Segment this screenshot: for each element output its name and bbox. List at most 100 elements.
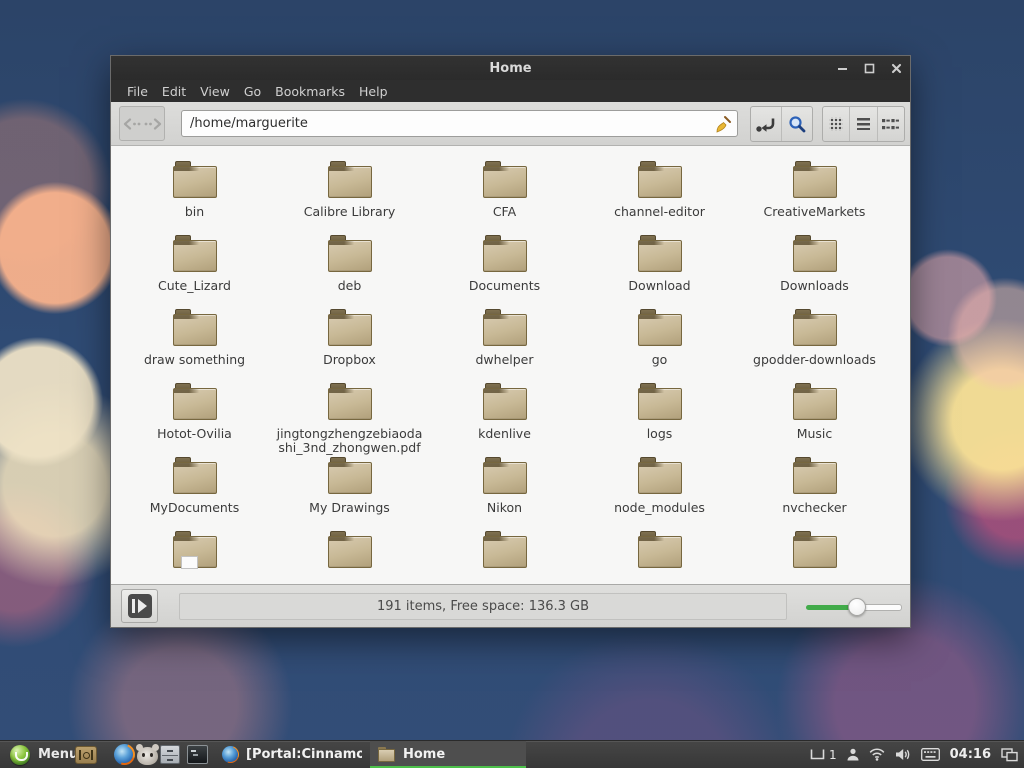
window-switcher[interactable] xyxy=(1001,748,1018,762)
network-applet[interactable] xyxy=(869,748,885,761)
folder-icon xyxy=(637,309,683,346)
titlebar[interactable]: Home xyxy=(111,56,910,80)
folder-icon xyxy=(637,383,683,420)
clear-path-icon[interactable] xyxy=(714,115,732,133)
grid-view-button[interactable] xyxy=(823,107,849,141)
folder-item[interactable]: Dropbox xyxy=(272,309,427,370)
folder-label: kdenlive xyxy=(478,427,531,441)
zoom-slider-handle[interactable] xyxy=(848,598,866,616)
location-input[interactable]: /home/marguerite xyxy=(181,110,738,137)
folder-item[interactable]: node_modules xyxy=(582,457,737,518)
folder-item[interactable]: nvchecker xyxy=(737,457,892,518)
folder-item[interactable]: channel-editor xyxy=(582,161,737,222)
search-button[interactable] xyxy=(781,107,812,141)
folder-item[interactable]: dwhelper xyxy=(427,309,582,370)
folder-item[interactable]: My Drawings xyxy=(272,457,427,518)
file-grid[interactable]: bin Calibre Library CFA channel-editor xyxy=(111,146,910,586)
zoom-slider[interactable] xyxy=(806,598,902,616)
forward-button[interactable] xyxy=(142,117,163,131)
folder-item[interactable]: Nikon xyxy=(427,457,582,518)
folder-item[interactable]: go xyxy=(582,309,737,370)
folder-icon xyxy=(172,309,218,346)
firefox-icon[interactable] xyxy=(114,744,135,765)
folder-item[interactable]: Hotot-Ovilia xyxy=(117,383,272,444)
menu-bookmarks[interactable]: Bookmarks xyxy=(268,82,352,101)
close-button[interactable] xyxy=(889,61,903,75)
close-icon xyxy=(891,63,902,74)
terminal-icon[interactable] xyxy=(187,745,208,764)
minimize-button[interactable] xyxy=(835,61,849,75)
workspace-indicator[interactable]: 1 xyxy=(810,748,837,762)
folder-item[interactable]: gpodder-downloads xyxy=(737,309,892,370)
menu-file[interactable]: File xyxy=(120,82,155,101)
folder-item[interactable]: deb xyxy=(272,235,427,296)
sidebar-toggle-button[interactable] xyxy=(121,589,158,623)
maximize-button[interactable] xyxy=(862,61,876,75)
folder-label: deb xyxy=(338,279,362,293)
folder-icon xyxy=(792,457,838,494)
volume-applet[interactable] xyxy=(895,748,911,761)
folder-item[interactable]: Documents xyxy=(427,235,582,296)
folder-icon xyxy=(637,457,683,494)
view-toggle-group xyxy=(822,106,905,142)
folder-icon xyxy=(327,457,373,494)
folder-item[interactable]: logs xyxy=(582,383,737,444)
folder-icon xyxy=(327,235,373,272)
clock[interactable]: 04:16 xyxy=(950,747,991,762)
screenshot-icon[interactable] xyxy=(75,746,97,764)
folder-label: CreativeMarkets xyxy=(764,205,866,219)
back-button[interactable] xyxy=(121,117,142,131)
network-icon xyxy=(869,748,885,761)
search-icon xyxy=(788,115,806,133)
minimize-icon xyxy=(837,63,848,74)
folder-icon xyxy=(327,383,373,420)
taskbar-window-button[interactable]: [Portal:Cinnamon/S... xyxy=(214,741,370,768)
folder-item[interactable] xyxy=(737,531,892,586)
folder-item[interactable]: Calibre Library xyxy=(272,161,427,222)
file-manager-window: Home FileEditViewGoBookmarksHelp xyxy=(110,55,911,628)
folder-item[interactable] xyxy=(582,531,737,586)
window-switcher-icon xyxy=(1001,748,1018,762)
sidebar-toggle-icon xyxy=(128,594,152,618)
folder-item[interactable] xyxy=(272,531,427,586)
folder-icon xyxy=(172,457,218,494)
folder-label: Calibre Library xyxy=(304,205,396,219)
toggle-location-button[interactable] xyxy=(751,107,781,141)
window-list: [Portal:Cinnamon/S... Home xyxy=(214,741,526,768)
folder-item[interactable]: Cute_Lizard xyxy=(117,235,272,296)
user-applet[interactable] xyxy=(847,748,859,761)
gimp-icon[interactable] xyxy=(137,747,158,765)
folder-item[interactable]: draw something xyxy=(117,309,272,370)
folder-item[interactable] xyxy=(427,531,582,586)
folder-icon xyxy=(482,531,528,568)
folder-item[interactable]: Music xyxy=(737,383,892,444)
grid-view-icon xyxy=(829,117,843,131)
folder-item[interactable]: MyDocuments xyxy=(117,457,272,518)
folder-item[interactable]: bin xyxy=(117,161,272,222)
folder-item[interactable]: CFA xyxy=(427,161,582,222)
folder-item[interactable] xyxy=(117,531,272,586)
compact-view-icon xyxy=(882,118,899,131)
folder-item[interactable]: kdenlive xyxy=(427,383,582,444)
folder-label: Hotot-Ovilia xyxy=(157,427,232,441)
list-view-button[interactable] xyxy=(849,107,876,141)
folder-item[interactable]: Downloads xyxy=(737,235,892,296)
compact-view-button[interactable] xyxy=(877,107,904,141)
folder-item[interactable]: jingtongzhengzebiaodashi_3nd_zhongwen.pd… xyxy=(272,383,427,455)
keyboard-applet[interactable] xyxy=(921,748,940,761)
folder-icon xyxy=(792,161,838,198)
folder-item[interactable]: Download xyxy=(582,235,737,296)
file-manager-icon[interactable] xyxy=(160,745,180,764)
menu-help[interactable]: Help xyxy=(352,82,395,101)
taskbar-window-button[interactable]: Home xyxy=(370,741,526,768)
location-tools-group xyxy=(750,106,813,142)
menu-edit[interactable]: Edit xyxy=(155,82,193,101)
folder-item[interactable]: CreativeMarkets xyxy=(737,161,892,222)
menu-view[interactable]: View xyxy=(193,82,237,101)
folder-label: nvchecker xyxy=(782,501,846,515)
menu-go[interactable]: Go xyxy=(237,82,268,101)
folder-label: Nikon xyxy=(487,501,522,515)
folder-label: go xyxy=(652,353,668,367)
folder-label: Music xyxy=(797,427,833,441)
folder-label: dwhelper xyxy=(475,353,533,367)
